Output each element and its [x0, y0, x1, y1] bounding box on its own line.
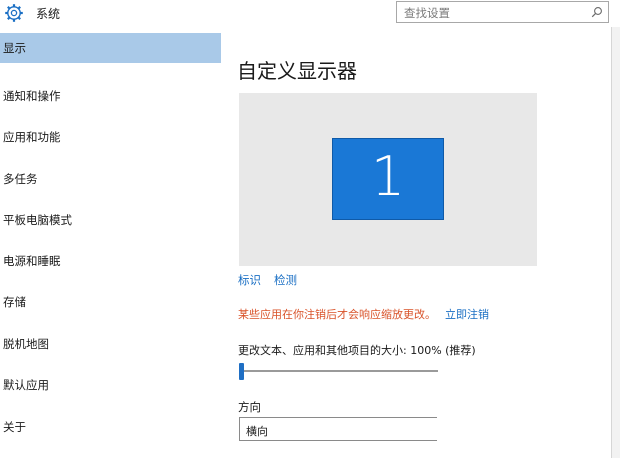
sidebar-item-power[interactable]: 电源和睡眠 [0, 246, 221, 276]
sidebar-item-notifications[interactable]: 通知和操作 [0, 81, 221, 111]
sidebar-item-label: 默认应用 [3, 378, 49, 392]
monitor-tile[interactable]: 1 [332, 138, 444, 220]
main-content: 自定义显示器 1 标识 检测 某些应用在你注销后才会响应缩放更改。 立即注销 更… [221, 27, 611, 458]
sidebar-item-label: 脱机地图 [3, 337, 49, 351]
sidebar-item-label: 存储 [3, 295, 26, 309]
sidebar-item-tablet-mode[interactable]: 平板电脑模式 [0, 205, 221, 235]
display-preview: 1 [239, 93, 537, 266]
sidebar-item-label: 关于 [3, 420, 26, 434]
sidebar-item-apps[interactable]: 应用和功能 [0, 122, 221, 152]
orientation-label: 方向 [238, 400, 261, 414]
search-icon[interactable] [591, 6, 603, 18]
sidebar-item-label: 通知和操作 [3, 89, 61, 103]
monitor-number: 1 [370, 145, 406, 208]
sidebar-item-default-apps[interactable]: 默认应用 [0, 370, 221, 400]
scaling-warning: 某些应用在你注销后才会响应缩放更改。 [238, 308, 436, 321]
scale-slider-track[interactable] [240, 370, 438, 372]
scale-label: 更改文本、应用和其他项目的大小: 100% (推荐) [238, 344, 476, 357]
sidebar: 显示 通知和操作 应用和功能 多任务 平板电脑模式 电源和睡眠 存储 脱机地图 … [0, 27, 221, 458]
orientation-select[interactable]: 横向 [239, 417, 437, 441]
detect-link[interactable]: 检测 [274, 272, 297, 288]
title-bar: 系统 查找设置 [0, 0, 620, 27]
search-box[interactable]: 查找设置 [396, 1, 609, 23]
app-title: 系统 [36, 7, 61, 21]
scrollbar[interactable] [611, 27, 620, 458]
scale-slider-thumb[interactable] [239, 363, 244, 380]
sidebar-item-offline-maps[interactable]: 脱机地图 [0, 329, 221, 359]
sidebar-item-label: 电源和睡眠 [3, 254, 61, 268]
sidebar-item-label: 多任务 [3, 172, 38, 186]
search-input[interactable]: 查找设置 [404, 5, 450, 21]
sidebar-item-label: 平板电脑模式 [3, 213, 72, 227]
orientation-value: 横向 [246, 425, 268, 438]
gear-icon [5, 4, 23, 22]
sidebar-item-display[interactable]: 显示 [0, 33, 221, 63]
sidebar-item-storage[interactable]: 存储 [0, 287, 221, 317]
sidebar-item-about[interactable]: 关于 [0, 412, 221, 442]
sidebar-item-label: 显示 [3, 41, 26, 55]
sidebar-item-multitasking[interactable]: 多任务 [0, 164, 221, 194]
identify-link[interactable]: 标识 [238, 272, 261, 288]
sidebar-item-label: 应用和功能 [3, 130, 61, 144]
page-title: 自定义显示器 [237, 59, 357, 83]
sign-out-link[interactable]: 立即注销 [445, 306, 489, 322]
